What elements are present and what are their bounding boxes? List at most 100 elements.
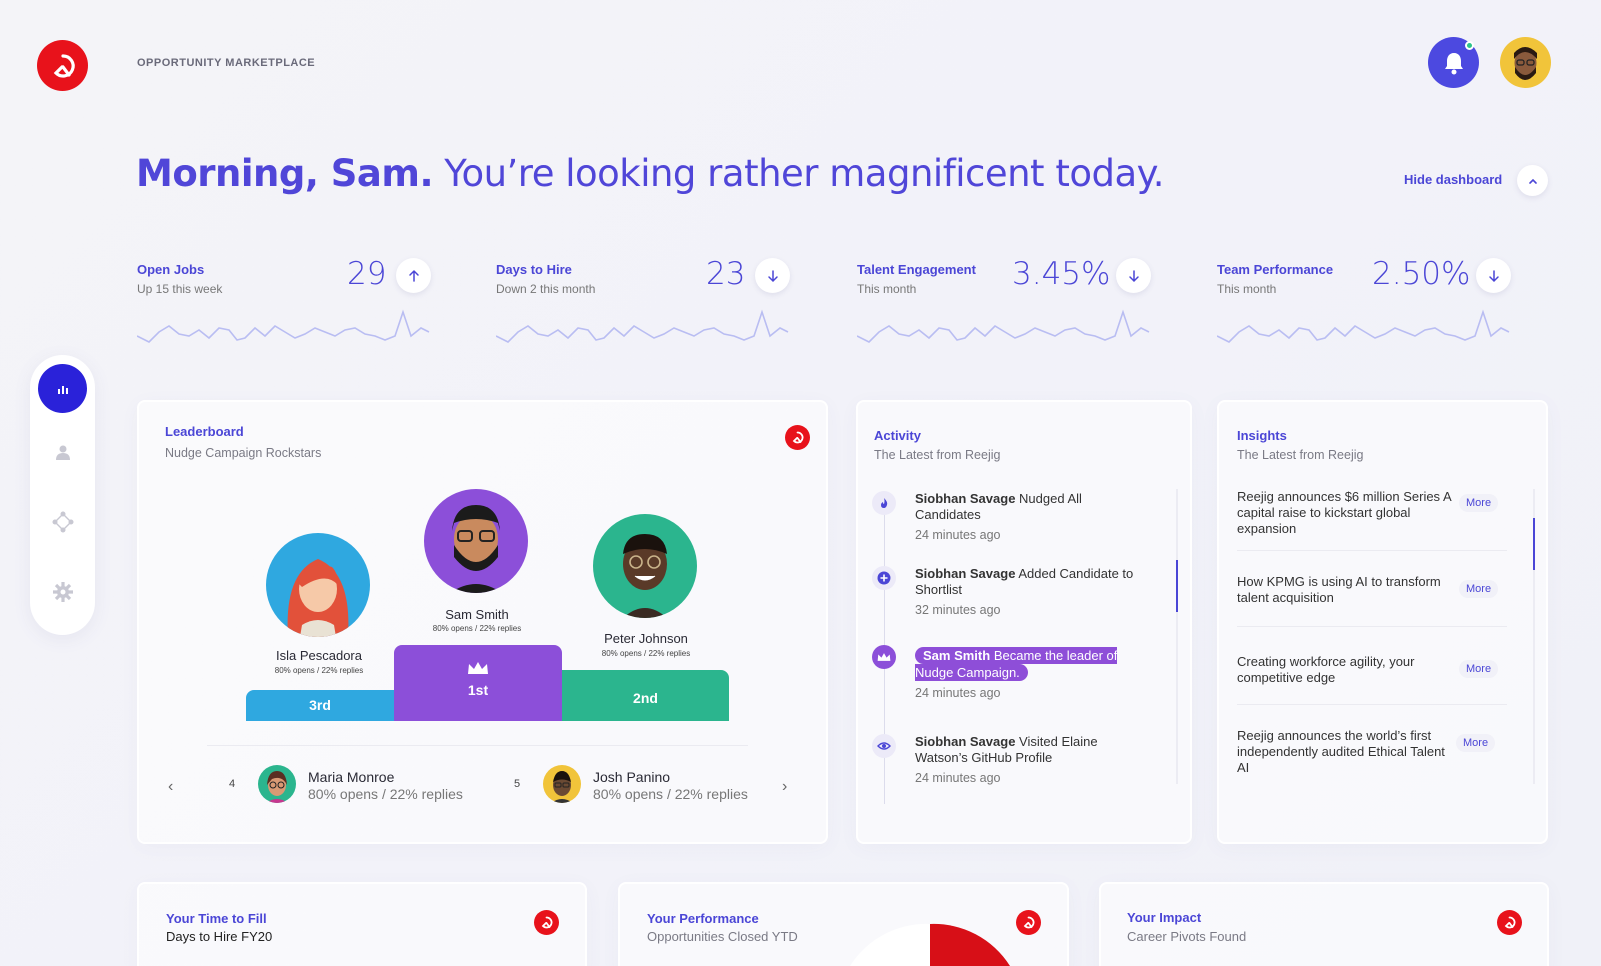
activity-actor: Siobhan Savage [915, 566, 1016, 581]
activity-item-2[interactable]: Siobhan Savage Added Candidate to Shortl… [915, 566, 1145, 618]
notifications-button[interactable] [1428, 37, 1479, 88]
reejig-badge [785, 425, 810, 450]
avatar-isla-image [287, 559, 349, 637]
activity-dot [872, 566, 896, 590]
activity-time: 32 minutes ago [915, 603, 1001, 617]
activity-item-3[interactable]: Sam Smith Became the leader of Nudge Cam… [915, 647, 1155, 702]
podium-rank-2nd: 2nd [633, 690, 658, 706]
performance-pie-chart [850, 923, 1010, 966]
insight-more-button[interactable]: More [1456, 734, 1496, 752]
arrow-up-icon [408, 269, 419, 282]
podium-name-1st: Sam Smith [445, 607, 509, 622]
stat-value: 29 [347, 256, 387, 292]
stat-subtitle: Down 2 this month [496, 282, 596, 296]
nav-people[interactable] [48, 437, 77, 466]
insight-item-2[interactable]: How KPMG is using AI to transform talent… [1237, 574, 1452, 606]
insights-scrollbar-thumb[interactable] [1533, 518, 1535, 570]
leaderboard-stat-4: 80% opens / 22% replies [308, 786, 463, 802]
greeting-message: You’re looking rather magnificent today. [444, 152, 1165, 195]
avatar-maria[interactable] [258, 765, 296, 803]
stat-title: Team Performance [1217, 262, 1334, 277]
activity-scrollbar-thumb[interactable] [1176, 560, 1178, 612]
activity-title: Activity [874, 428, 921, 443]
insight-more-button[interactable]: More [1459, 494, 1499, 512]
avatar-isla[interactable] [266, 533, 370, 637]
insight-more-button[interactable]: More [1459, 660, 1499, 678]
chart-icon [57, 385, 68, 394]
stat-talent-engagement: Talent Engagement This month 3.45% [857, 256, 1157, 362]
avatar-sam[interactable] [424, 489, 528, 593]
leaderboard-prev-button[interactable]: ‹ [168, 778, 173, 796]
activity-dot [872, 491, 896, 515]
avatar-peter[interactable] [593, 514, 697, 618]
podium-block-3rd: 3rd [246, 690, 394, 721]
insight-divider [1237, 704, 1507, 705]
activity-scrollbar-track[interactable] [1176, 489, 1178, 784]
logo-mark-icon [1504, 916, 1516, 929]
reejig-logo[interactable] [37, 40, 88, 91]
hide-dashboard-link[interactable]: Hide dashboard [1404, 172, 1502, 187]
user-avatar-image [1514, 47, 1537, 80]
impact-title: Your Impact [1127, 910, 1202, 925]
activity-item-4[interactable]: Siobhan Savage Visited Elaine Watson’s G… [915, 734, 1145, 786]
stat-subtitle: Up 15 this week [137, 282, 223, 296]
podium-stat-1st: 80% opens / 22% replies [432, 624, 522, 633]
arrow-down-icon [767, 269, 778, 282]
notification-dot [1465, 41, 1474, 50]
leaderboard-name-5: Josh Panino [593, 769, 671, 785]
activity-item-1[interactable]: Siobhan Savage Nudged All Candidates 24 … [915, 491, 1145, 543]
logo-mark-icon [541, 916, 553, 929]
activity-time: 24 minutes ago [915, 686, 1001, 700]
activity-actor: Siobhan Savage [915, 491, 1016, 506]
fire-icon [881, 498, 888, 508]
insight-divider [1237, 550, 1507, 551]
trend-down-button[interactable] [755, 258, 790, 293]
leaderboard-card [137, 400, 828, 844]
insights-subtitle: The Latest from Reejig [1237, 448, 1364, 462]
podium-block-2nd: 2nd [562, 670, 729, 721]
podium-stat-3rd: 80% opens / 22% replies [274, 666, 364, 675]
nav-settings[interactable] [48, 577, 77, 606]
logo-mark-icon [53, 53, 75, 78]
insight-item-4[interactable]: Reejig announces the world’s first indep… [1237, 728, 1452, 776]
bell-icon [1444, 52, 1463, 74]
collapse-button[interactable] [1517, 165, 1548, 196]
sparkline-chart [496, 309, 789, 343]
time-to-fill-subtitle: Days to Hire FY20 [166, 929, 273, 944]
user-avatar[interactable] [1500, 37, 1551, 88]
nav-dashboard[interactable] [38, 364, 87, 413]
avatar-josh[interactable] [543, 765, 581, 803]
performance-subtitle: Opportunities Closed YTD [647, 929, 798, 944]
avatar-peter-image [623, 534, 667, 618]
podium-name-3rd: Isla Pescadora [276, 648, 362, 663]
insight-item-3[interactable]: Creating workforce agility, your competi… [1237, 654, 1452, 686]
activity-actor: Siobhan Savage [915, 734, 1016, 749]
podium-rank-1st: 1st [467, 682, 489, 698]
insights-title: Insights [1237, 428, 1287, 443]
trend-up-button[interactable] [396, 258, 431, 293]
leaderboard-name-4: Maria Monroe [308, 769, 395, 785]
performance-title: Your Performance [647, 911, 759, 926]
stat-subtitle: This month [1217, 282, 1277, 296]
insight-more-button[interactable]: More [1459, 580, 1499, 598]
avatar-maria-image [266, 771, 288, 803]
stat-value: 3.45% [1012, 256, 1111, 292]
trend-down-button[interactable] [1116, 258, 1151, 293]
reejig-badge [1497, 910, 1522, 935]
leaderboard-rank-5: 5 [514, 778, 521, 790]
stat-value: 2.50% [1372, 256, 1471, 292]
avatar-sam-image [450, 505, 502, 593]
sparkline-chart [1217, 309, 1510, 343]
stat-title: Open Jobs [137, 262, 205, 277]
podium-rank-3rd: 3rd [309, 697, 331, 713]
arrow-down-icon [1488, 269, 1499, 282]
nav-network[interactable] [48, 507, 77, 536]
insight-item-1[interactable]: Reejig announces $6 million Series A cap… [1237, 489, 1452, 537]
leaderboard-next-button[interactable]: › [782, 778, 787, 796]
trend-down-button[interactable] [1476, 258, 1511, 293]
eye-icon [877, 742, 891, 750]
activity-dot [872, 734, 896, 758]
avatar-josh-image [551, 771, 573, 803]
logo-mark-icon [792, 431, 804, 444]
impact-subtitle: Career Pivots Found [1127, 929, 1247, 944]
